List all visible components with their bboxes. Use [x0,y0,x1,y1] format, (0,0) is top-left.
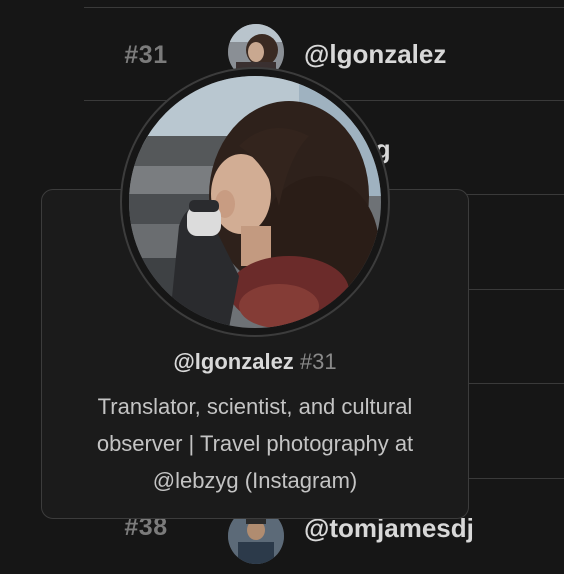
profile-header: @lgonzalez #31 [41,349,469,375]
row-divider [84,7,564,8]
row-handle[interactable]: @lgonzalez [304,39,446,70]
profile-avatar[interactable] [129,76,381,328]
profile-handle[interactable]: @lgonzalez [173,349,293,374]
page: #31 @lgonzalez unning pini [0,0,564,574]
profile-bio: Translator, scientist, and cultural obse… [96,394,414,493]
row-rank: #31 [124,41,168,69]
profile-rank: #31 [299,349,337,374]
